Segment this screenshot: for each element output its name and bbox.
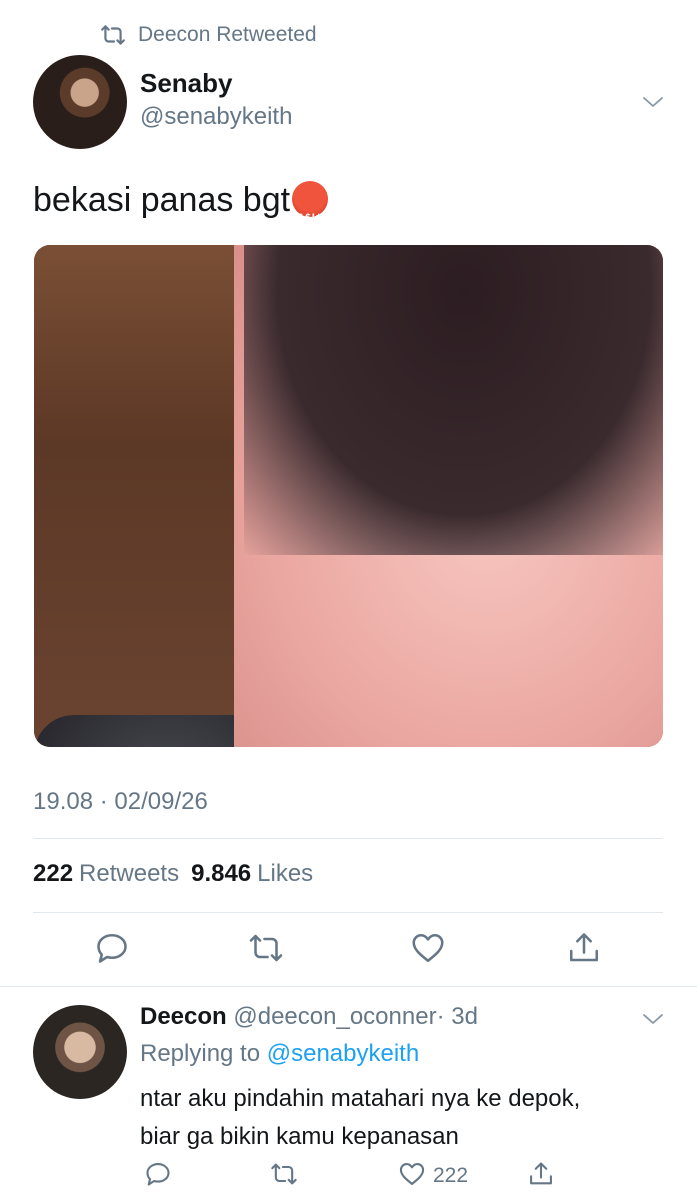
heart-icon <box>412 933 444 963</box>
replying-to-handle[interactable]: @senabykeith <box>267 1040 419 1067</box>
reply-like-count: 222 <box>433 1164 469 1187</box>
reply-text: ntar aku pindahin matahari nya ke depok,… <box>140 1080 660 1156</box>
replying-to: Replying to @senabykeith <box>140 1040 419 1068</box>
chevron-down-icon[interactable] <box>641 1007 665 1031</box>
reply-icon <box>97 933 127 963</box>
divider <box>33 912 663 913</box>
author-handle[interactable]: @senabykeith <box>140 103 292 131</box>
angry-symbols-emoji-icon: &$!#% <box>292 181 332 223</box>
retweet-context: Deecon Retweeted <box>100 20 317 50</box>
tweet-text-content: bekasi panas bgt <box>33 181 291 219</box>
likes-count[interactable]: 9.846 <box>191 860 251 887</box>
retweet-icon <box>271 1163 297 1185</box>
reply-actions <box>0 1160 697 1200</box>
reply-text-line: biar ga bikin kamu kepanasan <box>140 1123 459 1150</box>
reply-header: Deecon @deecon_oconner· 3d <box>140 1003 478 1031</box>
thread-divider <box>0 986 697 987</box>
reply-retweet-button[interactable] <box>270 1160 298 1188</box>
retweet-icon <box>101 25 125 45</box>
like-button[interactable] <box>410 930 446 966</box>
tweet-stats: 222 Retweets 9.846 Likes <box>33 860 325 888</box>
tweet-text: bekasi panas bgt &$!#% <box>33 178 332 223</box>
share-button[interactable] <box>566 930 602 966</box>
reply-author-handle[interactable]: @deecon_oconner <box>233 1003 436 1030</box>
reply-avatar[interactable] <box>33 1005 127 1099</box>
replying-to-label: Replying to <box>140 1040 261 1067</box>
author-name[interactable]: Senaby <box>140 68 233 99</box>
reply-share-button[interactable] <box>527 1160 555 1188</box>
reply-button[interactable] <box>94 930 130 966</box>
share-icon <box>530 1162 552 1185</box>
heart-icon <box>399 1163 425 1185</box>
chevron-down-icon[interactable] <box>641 90 665 114</box>
divider <box>33 838 663 839</box>
reply-reply-button[interactable] <box>144 1160 172 1188</box>
share-icon <box>569 933 599 962</box>
reply-text-line: ntar aku pindahin matahari nya ke depok, <box>140 1085 581 1112</box>
reply-author-name[interactable]: Deecon <box>140 1003 227 1030</box>
reply-time: · 3d <box>436 1003 478 1030</box>
retweet-icon <box>249 934 283 962</box>
likes-label[interactable]: Likes <box>257 860 313 887</box>
reply-icon <box>146 1163 170 1186</box>
avatar[interactable] <box>33 55 127 149</box>
retweet-button[interactable] <box>248 930 284 966</box>
tweet-timestamp: 19.08 · 02/09/26 <box>33 788 208 815</box>
retweets-label[interactable]: Retweets <box>79 860 179 887</box>
tweet-photo[interactable] <box>34 245 663 747</box>
retweets-count[interactable]: 222 <box>33 860 73 887</box>
reply-like-button[interactable] <box>398 1160 426 1188</box>
tweet-actions <box>0 930 697 970</box>
retweet-context-label: Deecon Retweeted <box>138 23 317 46</box>
